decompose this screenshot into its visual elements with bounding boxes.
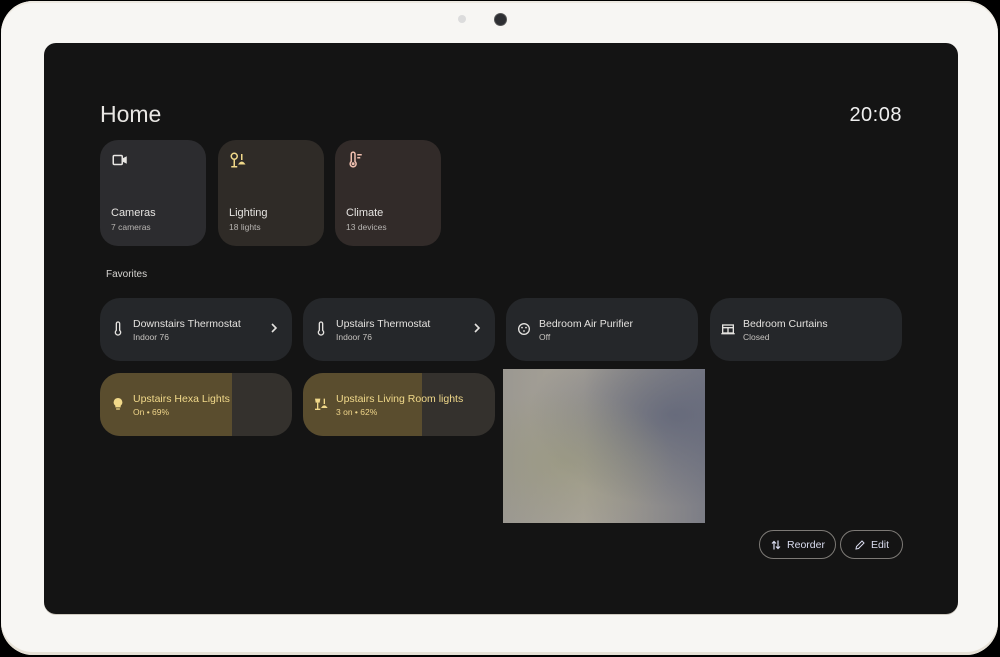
tile-status: Indoor 76 [336,332,372,342]
favorite-tile-upstairs-thermostat[interactable]: Upstairs Thermostat Indoor 76 [303,298,495,361]
favorite-tile-bedroom-air-purifier[interactable]: Bedroom Air Purifier Off [506,298,698,361]
tile-name: Downstairs Thermostat [133,318,241,330]
reorder-button[interactable]: Reorder [759,530,836,559]
front-camera-lens [495,14,506,25]
favorite-tile-upstairs-living-room-lights[interactable]: Upstairs Living Room lights 3 on • 62% [303,373,495,436]
tile-name: Upstairs Hexa Lights [133,393,230,405]
tile-status: On • 69% [133,407,170,417]
page-title: Home [100,101,162,127]
category-label: Cameras [111,207,156,219]
air-purifier-icon [518,323,530,335]
favorite-tile-upstairs-hexa-lights[interactable]: Upstairs Hexa Lights On • 69% [100,373,292,436]
ambient-sensor [458,15,466,23]
thermometer-icon [317,321,325,336]
tile-name: Upstairs Living Room lights [336,393,464,405]
curtains-icon [721,324,735,335]
chevron-right-icon[interactable] [473,322,481,334]
category-subtitle: 7 cameras [111,222,151,232]
favorites-section-label: Favorites [106,269,148,280]
tile-status: Indoor 76 [133,332,169,342]
lamp-icon [230,152,246,168]
reorder-icon [771,540,781,549]
category-subtitle: 13 devices [346,222,387,232]
pencil-icon [855,539,865,550]
edit-button[interactable]: Edit [840,530,903,559]
chevron-right-icon[interactable] [270,322,278,334]
tablet-device-frame: Home 20:08 Cameras 7 cameras Lighting 18… [1,1,998,655]
thermometer-icon [114,321,122,336]
tile-status: Closed [743,332,770,342]
tile-status: 3 on • 62% [336,407,378,417]
favorite-tile-bedroom-curtains[interactable]: Bedroom Curtains Closed [710,298,902,361]
category-label: Climate [346,207,384,219]
reorder-label: Reorder [787,538,825,551]
tile-status: Off [539,332,551,342]
tile-name: Bedroom Air Purifier [539,318,633,330]
edit-label: Edit [870,538,890,551]
category-subtitle: 18 lights [229,222,261,232]
lamp-icon [315,398,328,410]
favorite-tile-downstairs-thermostat[interactable]: Downstairs Thermostat Indoor 76 [100,298,292,361]
category-card-climate[interactable]: Climate 13 devices [335,140,441,246]
tile-name: Upstairs Thermostat [336,318,431,330]
thermostat-icon [349,151,362,168]
camera-feed-preview[interactable] [503,369,705,523]
tile-name: Bedroom Curtains [743,318,828,330]
clock: 20:08 [849,104,902,126]
category-label: Lighting [229,207,268,219]
category-card-lighting[interactable]: Lighting 18 lights [218,140,324,246]
home-screen: Home 20:08 Cameras 7 cameras Lighting 18… [44,43,958,614]
videocam-icon [112,154,127,166]
lightbulb-icon [113,398,123,410]
category-card-cameras[interactable]: Cameras 7 cameras [100,140,206,246]
